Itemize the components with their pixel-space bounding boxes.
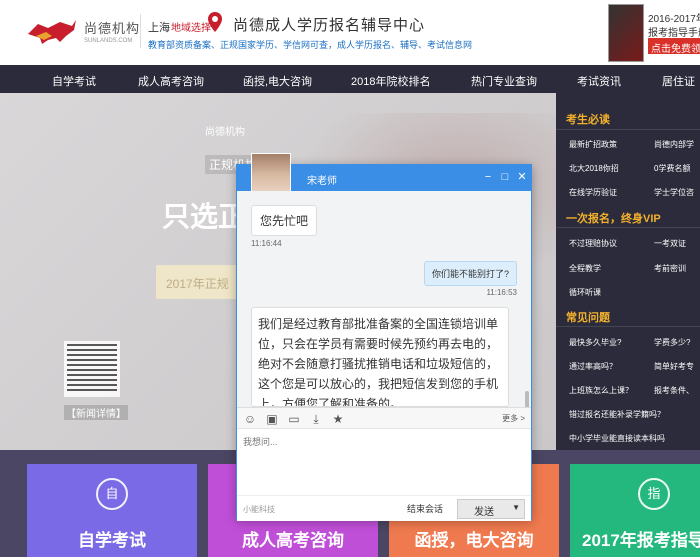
agent-message: 我们是经过教育部批准备案的全国连锁培训单位，只会在学员有需要时候先预约再去电的，… [251, 307, 509, 407]
nav-item-school-ranking[interactable]: 2018年院校排名 [351, 73, 430, 89]
message-input[interactable] [243, 435, 525, 489]
agent-name: 宋老师 [307, 176, 337, 187]
card-title: 2017年报考指导 [582, 531, 700, 550]
agent-message: 您先忙吧 [251, 205, 318, 236]
end-session-button[interactable]: 结束会话 [407, 502, 443, 515]
location-pin-icon [208, 12, 222, 32]
chat-messages[interactable]: 您先忙吧 11:16:44 你们能不能别打了? 11:16:53 我们是经过教育… [237, 191, 531, 407]
more-button[interactable]: 更多 > [502, 413, 525, 424]
hero-pill[interactable]: 2017年正规 [156, 265, 246, 299]
site-header: 尚德机构 SUNLANDS.COM 上海 地域选择 尚德成人学历报名辅导中心 教… [0, 0, 700, 65]
chat-window: 宋老师 − □ ✕ 您先忙吧 11:16:44 你们能不能别打了? 11:16:… [236, 153, 532, 521]
sidebar-link[interactable]: 学士学位咨 [654, 187, 694, 198]
faq-link[interactable]: 错过报名还能补录学籍吗？ [569, 409, 665, 420]
logo[interactable]: 尚德机构 SUNLANDS.COM [22, 12, 142, 52]
divider [556, 129, 700, 130]
hero-logo: 尚德机构 [205, 127, 245, 138]
faq-link[interactable]: 上班族怎么上课？ [569, 385, 633, 396]
faq-link[interactable]: 学费多少? [654, 337, 690, 348]
guide-book-image[interactable] [608, 4, 644, 62]
emoji-icon[interactable]: ☺ [243, 412, 257, 426]
card-icon: 指 [638, 478, 670, 510]
card-icon: 自 [96, 478, 128, 510]
message-time: 11:16:53 [486, 288, 517, 297]
provider-brand: 小能科技 [243, 505, 275, 514]
send-label: 发送 [474, 507, 494, 518]
nav-item-residence-permit[interactable]: 居住证 [662, 73, 695, 89]
logo-text: 尚德机构 [84, 22, 141, 37]
chat-footer: 小能科技 结束会话 发送 ▼ [237, 495, 531, 521]
header-sub-links[interactable]: 教育部资质备案、正规国家学历、学信网可查，成人学历报名、辅导、考试信息网 [148, 38, 472, 51]
right-sidebar: 考生必读 最新扩招政策 尚德内部学 北大2018你招 0学费名额 在线学历验证 … [556, 93, 700, 450]
chat-toolbar: ☺ ▣ ▭ ⤓ ★ 更多 > [237, 407, 531, 429]
card-title: 自学考试 [78, 531, 146, 550]
bull-logo-icon [28, 20, 76, 44]
close-icon[interactable]: ✕ [515, 170, 529, 184]
download-icon[interactable]: ⤓ [309, 412, 323, 426]
chat-scrollbar[interactable] [525, 391, 529, 407]
section-title-must-read: 考生必读 [566, 114, 610, 126]
faq-link[interactable]: 最快多久毕业? [569, 337, 621, 348]
message-input-area[interactable] [237, 429, 531, 495]
qr-code [64, 341, 120, 397]
sidebar-link[interactable]: 考前密训 [654, 263, 686, 274]
chat-titlebar[interactable]: 宋老师 − □ ✕ [237, 153, 531, 201]
sidebar-link[interactable]: 循环听课 [569, 287, 601, 298]
divider [556, 326, 700, 327]
faq-link[interactable]: 通过率高吗？ [569, 361, 617, 372]
promo-year: 2016-2017年 [648, 14, 700, 25]
logo-subtext: SUNLANDS.COM [84, 38, 133, 44]
promo-subtitle: 报考指导手册 [648, 28, 700, 39]
card-guide[interactable]: 指 2017年报考指导 [570, 464, 700, 557]
card-title: 成人高考咨询 [242, 531, 344, 550]
main-nav: 自学考试 成人高考咨询 函授,电大咨询 2018年院校排名 热门专业查询 考试资… [0, 65, 700, 93]
news-detail-link[interactable]: 【新闻详情】 [64, 405, 128, 420]
sidebar-link[interactable]: 尚德内部学 [654, 139, 694, 150]
image-icon[interactable]: ▣ [265, 412, 279, 426]
nav-item-adult-exam[interactable]: 成人高考咨询 [138, 73, 204, 89]
sidebar-link[interactable]: 在线学历验证 [569, 187, 617, 198]
star-icon[interactable]: ★ [331, 412, 345, 426]
message-time: 11:16:44 [251, 239, 282, 248]
faq-link[interactable]: 简单好考专 [654, 361, 694, 372]
sidebar-link[interactable]: 最新扩招政策 [569, 139, 617, 150]
free-guide-button[interactable]: 点击免费领 [648, 38, 700, 55]
faq-link[interactable]: 中小学毕业能直接读本科吗 [569, 433, 665, 444]
nav-item-exam-news[interactable]: 考试资讯 [577, 73, 621, 89]
current-city: 上海 [148, 22, 170, 34]
minimize-icon[interactable]: − [481, 170, 495, 184]
section-title-vip: 一次报名，终身VIP [566, 213, 661, 225]
faq-link[interactable]: 报考条件、 [654, 385, 694, 396]
sidebar-link[interactable]: 0学费名额 [654, 163, 690, 174]
city-select-link[interactable]: 地域选择 [171, 19, 211, 34]
divider [556, 227, 700, 228]
section-title-faq: 常见问题 [566, 312, 610, 324]
sidebar-link[interactable]: 一考双证 [654, 238, 686, 249]
user-message: 你们能不能别打了? [423, 261, 517, 286]
sidebar-link[interactable]: 北大2018你招 [569, 163, 619, 174]
nav-item-self-study[interactable]: 自学考试 [52, 73, 96, 89]
site-title: 尚德成人学历报名辅导中心 [233, 16, 426, 34]
sidebar-link[interactable]: 不过理赔协议 [569, 238, 617, 249]
nav-item-correspondence[interactable]: 函授,电大咨询 [243, 73, 312, 89]
send-options-icon[interactable]: ▼ [512, 503, 520, 512]
nav-item-major-search[interactable]: 热门专业查询 [471, 73, 537, 89]
header-divider [140, 14, 141, 48]
card-self-study[interactable]: 自 自学考试 [27, 464, 197, 557]
sidebar-link[interactable]: 全程教学 [569, 263, 601, 274]
send-button[interactable]: 发送 ▼ [457, 499, 525, 519]
folder-icon[interactable]: ▭ [287, 412, 301, 426]
hero-headline: 只选正 [162, 201, 247, 232]
card-title: 函授，电大咨询 [414, 531, 534, 550]
maximize-icon[interactable]: □ [498, 170, 512, 184]
